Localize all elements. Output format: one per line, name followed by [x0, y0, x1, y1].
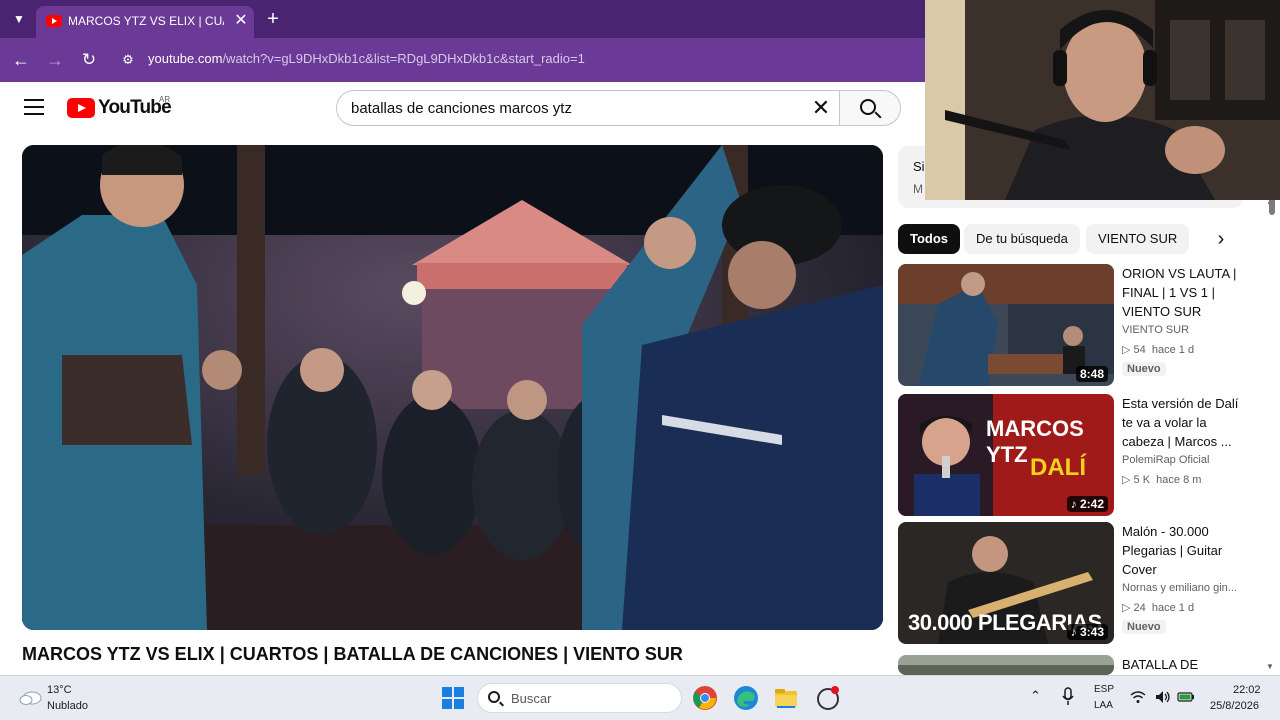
list-item[interactable]: BATALLA DE: [898, 655, 1243, 675]
chrome-icon[interactable]: [692, 685, 718, 711]
url-host: youtube.com: [148, 51, 223, 66]
list-item[interactable]: 30.000 PLEGARIAS ♪ 3:43 Malón - 30.000 P…: [898, 522, 1243, 644]
upload-age: hace 8 m: [1156, 474, 1202, 486]
app-icon[interactable]: [815, 685, 841, 711]
recommendation-title[interactable]: BATALLA DE: [1122, 655, 1243, 674]
banner-line-1: Si: [913, 159, 925, 174]
upload-age: hace 1 d: [1151, 344, 1195, 356]
taskbar: 13°C Nublado Buscar ⌃ ESP LAA 22:02 25/8…: [0, 675, 1280, 720]
clear-search-icon[interactable]: ✕: [809, 96, 833, 120]
reload-icon[interactable]: ↻: [77, 48, 101, 72]
video-thumbnail[interactable]: 30.000 PLEGARIAS ♪ 3:43: [898, 522, 1114, 644]
scroll-down-icon[interactable]: ▼: [1266, 662, 1274, 671]
clock-date[interactable]: 25/8/2026: [1210, 700, 1259, 712]
clock-time[interactable]: 22:02: [1233, 684, 1261, 696]
taskbar-search-placeholder: Buscar: [511, 691, 552, 706]
video-duration: 8:48: [1075, 366, 1108, 382]
sidebar: Si M Todos De tu búsqueda VIENTO SUR › 8…: [898, 140, 1268, 675]
youtube-favicon-icon: [46, 15, 62, 27]
video-thumbnail[interactable]: 8:48: [898, 264, 1114, 386]
volume-icon[interactable]: [1155, 690, 1171, 704]
browser-tab-bar: ▼ MARCOS YTZ VS ELIX | CUARTOS | BATALLA…: [0, 0, 925, 38]
chip-viento-sur[interactable]: VIENTO SUR: [1086, 224, 1190, 254]
url-field[interactable]: youtube.com/watch?v=gL9DHxDkb1c&list=RDg…: [148, 51, 585, 69]
keyboard-layout[interactable]: LAA: [1094, 700, 1113, 711]
recommendation-title[interactable]: Esta versión de Dalí te va a volar la ca…: [1122, 394, 1244, 451]
video-thumbnail[interactable]: MARCOS YTZ DALÍ ♪ 2:42: [898, 394, 1114, 516]
list-item[interactable]: 8:48 ORION VS LAUTA | FINAL | 1 VS 1 | V…: [898, 264, 1243, 386]
screen: ▼ MARCOS YTZ VS ELIX | CUARTOS | BATALLA…: [0, 0, 1280, 720]
new-tab-icon[interactable]: +: [262, 8, 284, 30]
edge-icon[interactable]: [733, 685, 759, 711]
webcam-overlay: [925, 0, 1280, 200]
weather-description[interactable]: Nublado: [47, 700, 88, 712]
play-count-icon: ▷: [1122, 344, 1134, 356]
upload-age: hace 1 d: [1151, 602, 1195, 614]
video-meta: ▷ 24 hace 1 d: [1122, 601, 1194, 614]
channel-name[interactable]: VIENTO SUR: [1122, 324, 1244, 336]
youtube-logo[interactable]: YouTube: [67, 97, 172, 121]
cloud-icon: [19, 691, 42, 705]
file-explorer-icon[interactable]: [773, 685, 799, 711]
view-count: 5 K: [1133, 474, 1151, 486]
search-input[interactable]: batallas de canciones marcos ytz ✕: [336, 90, 840, 126]
back-arrow-icon[interactable]: ←: [9, 48, 33, 72]
taskbar-search-input[interactable]: Buscar: [477, 683, 682, 713]
youtube-play-icon: [67, 98, 95, 118]
forward-arrow-icon[interactable]: →: [43, 48, 67, 72]
recommendation-title[interactable]: ORION VS LAUTA | FINAL | 1 VS 1 | VIENTO…: [1122, 264, 1244, 321]
channel-name[interactable]: Nornas y emiliano gin...: [1122, 582, 1244, 594]
hamburger-menu-icon[interactable]: [24, 99, 44, 115]
new-badge: Nuevo: [1122, 620, 1166, 634]
channel-name[interactable]: PolemiRap Oficial: [1122, 454, 1244, 466]
filter-chips: Todos De tu búsqueda VIENTO SUR ›: [898, 224, 1238, 256]
windows-start-icon[interactable]: [440, 685, 466, 711]
tab-title: MARCOS YTZ VS ELIX | CUARTOS | BATALLA D…: [68, 14, 224, 28]
microphone-icon[interactable]: [1061, 687, 1075, 707]
video-thumbnail[interactable]: [898, 655, 1114, 675]
banner-line-2: M: [913, 182, 923, 196]
play-count-icon: ▷: [1122, 474, 1134, 486]
tab-close-icon[interactable]: ✕: [232, 11, 250, 31]
battery-icon[interactable]: [1177, 690, 1195, 703]
keyboard-language[interactable]: ESP: [1094, 684, 1114, 695]
webcam-feed: [925, 0, 1280, 200]
thumbnail-text: DALÍ: [1030, 454, 1086, 481]
chip-todos[interactable]: Todos: [898, 224, 961, 254]
new-badge: Nuevo: [1122, 362, 1166, 376]
region-code: AR: [159, 95, 171, 104]
video-title: MARCOS YTZ VS ELIX | CUARTOS | BATALLA D…: [22, 644, 683, 664]
tab-list-icon[interactable]: ▼: [8, 9, 30, 29]
search-query: batallas de canciones marcos ytz: [351, 100, 572, 117]
list-item[interactable]: MARCOS YTZ DALÍ ♪ 2:42 Esta versión de D…: [898, 394, 1243, 516]
thumbnail-image: [898, 655, 1114, 675]
wifi-icon[interactable]: [1130, 690, 1146, 704]
search-button[interactable]: [839, 90, 901, 126]
browser-address-bar: ← → ↻ ⚙ youtube.com/watch?v=gL9DHxDkb1c&…: [0, 38, 925, 82]
search-icon: [488, 691, 500, 703]
video-meta: ▷ 54 hace 1 d: [1122, 343, 1194, 356]
site-info-icon[interactable]: ⚙: [118, 51, 138, 69]
browser-tab[interactable]: MARCOS YTZ VS ELIX | CUARTOS | BATALLA D…: [36, 6, 254, 38]
video-duration: ♪ 2:42: [1066, 496, 1108, 512]
chevron-up-icon[interactable]: ⌃: [1030, 688, 1041, 704]
video-duration: ♪ 3:43: [1066, 624, 1108, 640]
url-path: /watch?v=gL9DHxDkb1c&list=RDgL9DHxDkb1c&…: [222, 51, 585, 66]
weather-temperature[interactable]: 13°C: [47, 684, 72, 696]
play-count-icon: ▷: [1122, 602, 1134, 614]
video-frame: [22, 145, 883, 630]
youtube-header: YouTube AR batallas de canciones marcos …: [0, 82, 925, 134]
view-count: 54: [1133, 344, 1146, 356]
view-count: 24: [1133, 602, 1146, 614]
video-player[interactable]: [22, 145, 883, 630]
chevron-right-icon[interactable]: ›: [1210, 228, 1232, 250]
recommendation-title[interactable]: Malón - 30.000 Plegarias | Guitar Cover: [1122, 522, 1244, 579]
video-meta: ▷ 5 K hace 8 m: [1122, 473, 1201, 486]
chip-de-tu-busqueda[interactable]: De tu búsqueda: [964, 224, 1080, 254]
